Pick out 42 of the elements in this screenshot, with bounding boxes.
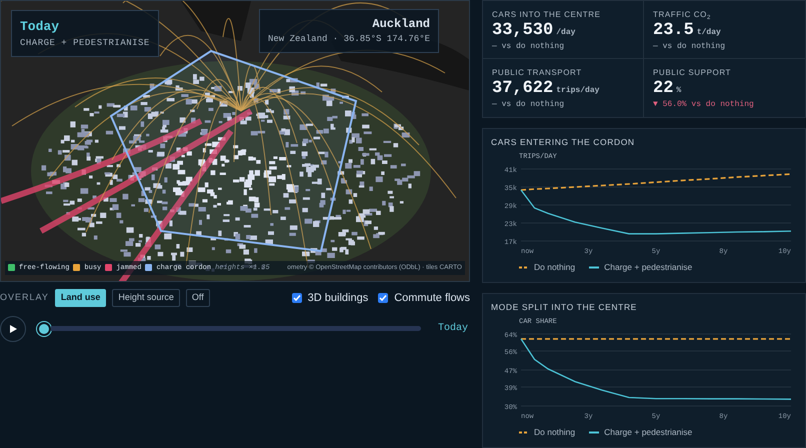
checkbox[interactable] xyxy=(292,292,302,303)
timeline-label: Today xyxy=(438,322,468,336)
kpi-delta: — vs do nothing xyxy=(653,41,726,54)
kpi-unit: trips/day xyxy=(556,86,600,95)
overlay-label: OVERLAY xyxy=(0,291,49,304)
legend-label: Charge + pedestrianise xyxy=(604,260,692,274)
kpi-value: 22 xyxy=(653,79,674,98)
kpi-unit: t/day xyxy=(696,28,721,37)
overlay-option[interactable]: Land use xyxy=(54,289,106,307)
legend-line-icon xyxy=(519,430,529,434)
kpi-label: TRAFFIC CO$_{2}$ xyxy=(653,9,712,21)
legend-line-icon xyxy=(589,430,600,434)
legend-label: Do nothing xyxy=(534,426,576,438)
checkbox-label: Commute flows xyxy=(394,290,470,306)
kpi-value: 33,530 xyxy=(492,21,554,40)
kpi-unit: % xyxy=(676,86,682,95)
timeline-thumb[interactable] xyxy=(37,322,51,336)
overlay-option[interactable]: Height source xyxy=(112,289,180,307)
kpi-delta: — vs do nothing xyxy=(492,99,566,112)
place-name: Auckland xyxy=(371,16,430,33)
map-title: Today xyxy=(20,18,60,36)
kpi-delta: — vs do nothing xyxy=(492,41,566,54)
legend-label: Charge + pedestrianise xyxy=(604,426,692,438)
overlay-option[interactable]: Off xyxy=(186,289,210,307)
kpi-unit: /day xyxy=(556,28,576,37)
play-button[interactable] xyxy=(0,316,26,342)
map-subtitle: CHARGE + PEDESTRIANISE xyxy=(20,36,150,50)
kpi-label: PUBLIC TRANSPORT xyxy=(492,67,583,79)
chart-title: CARS ENTERING THE CORDON xyxy=(491,136,636,149)
legend-line-icon xyxy=(589,266,600,269)
legend-line-icon xyxy=(519,266,529,269)
kpi-value: 23.5 xyxy=(653,21,694,40)
checkbox[interactable] xyxy=(378,292,388,303)
place-coordinates: New Zealand · 36.85°S 174.76°E xyxy=(268,33,430,46)
kpi-delta: ▼ 56.0% vs do nothing xyxy=(653,99,755,112)
kpi-value: 37,622 xyxy=(492,79,554,98)
chart-title: MODE SPLIT INTO THE CENTRE xyxy=(491,301,638,314)
kpi-label: PUBLIC SUPPORT xyxy=(653,67,732,79)
checkbox-label: 3D buildings xyxy=(308,290,368,306)
play-icon[interactable] xyxy=(8,324,18,334)
kpi-label: CARS INTO THE CENTRE xyxy=(492,9,602,21)
legend-label: Do nothing xyxy=(534,260,576,274)
